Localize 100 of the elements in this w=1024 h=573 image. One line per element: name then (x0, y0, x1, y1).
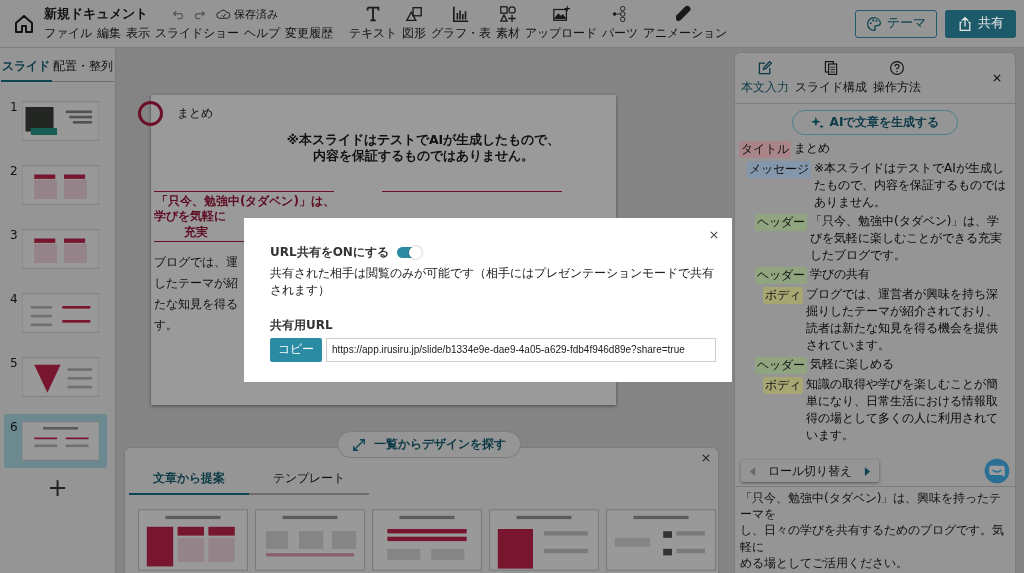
role-tag[interactable]: ヘッダー (755, 267, 807, 285)
slide-number: 5 (10, 356, 18, 370)
slide-thumbnail[interactable] (21, 356, 99, 398)
role-tag[interactable]: メッセージ (747, 161, 811, 178)
slide-number: 6 (10, 420, 18, 434)
outline-text[interactable]: まとめ (794, 140, 830, 158)
slide-thumbnail[interactable] (21, 292, 99, 334)
note-text: める場としてご活用ください。 (740, 554, 909, 571)
toolbar-button[interactable]: グラフ・表 (431, 5, 491, 42)
shapes-icon (405, 5, 423, 23)
toolbar-button[interactable]: 図形 (402, 5, 426, 42)
shapes-plus-icon (499, 5, 517, 23)
chat-icon[interactable] (984, 458, 1010, 484)
role-switch-button[interactable]: ロール切り替え (741, 460, 879, 483)
slide-title: まとめ (177, 105, 213, 122)
panel-tab[interactable]: スライド構成 (795, 60, 867, 96)
role-tag[interactable]: ボディ (763, 287, 803, 305)
slide-item[interactable]: 6 (4, 414, 107, 468)
menu-item[interactable]: 編集 (97, 26, 121, 41)
menu-item[interactable]: 表示 (126, 26, 150, 41)
toolbar-button[interactable]: パーツ (602, 5, 638, 42)
document-title[interactable]: 新規ドキュメント (44, 6, 172, 23)
outline-text[interactable]: 「只今、勉強中(タダベン)」は、学びを気軽に楽しむことができる充実したブログです。 (810, 213, 1009, 265)
text-icon (364, 5, 382, 23)
role-tag[interactable]: ヘッダー (755, 357, 807, 375)
slide-body-text: ブログでは、運 (154, 254, 238, 272)
slide-message: 内容を保証するものではありません。 (313, 148, 534, 165)
note-text: 「只今、勉強中(タダベン)」は、興味を持ったテーマを (740, 490, 1003, 523)
toolbar-button[interactable]: アップロード (525, 5, 597, 42)
slide-number: 1 (10, 100, 18, 114)
slide-body-text: たな知見を得る (154, 296, 238, 314)
theme-button[interactable]: テーマ (855, 9, 937, 38)
slide-item[interactable]: 3 (4, 222, 107, 276)
sparkle-icon (810, 116, 824, 129)
toolbar-button[interactable]: テキスト (349, 5, 397, 42)
slide-thumbnail[interactable] (21, 164, 99, 206)
slide-item[interactable]: 1 (4, 94, 107, 148)
expand-icon (352, 437, 366, 452)
template-thumbnail[interactable] (255, 509, 365, 571)
toolbar-button[interactable]: アニメーション (643, 5, 727, 42)
role-tag[interactable]: ヘッダー (755, 214, 807, 232)
toolbar-button[interactable]: 素材 (496, 5, 520, 42)
note-text: し、日々の学びを共有するためのブログです。気軽に (740, 522, 1005, 555)
slide-item[interactable]: 2 (4, 158, 107, 212)
bar-chart-icon (452, 5, 470, 23)
menu-item[interactable]: ファイル (44, 26, 92, 41)
slide-thumbnail[interactable] (21, 100, 99, 142)
design-tab[interactable]: 文章から提案 (129, 466, 249, 495)
outline-text[interactable]: ※本スライドはテストでAIが生成したもので、内容を保証するものではありません。 (814, 160, 1009, 212)
template-thumbnail[interactable] (138, 509, 248, 571)
toggle-label: URL共有をONにする (270, 244, 389, 261)
design-search-button[interactable]: 一覧からデザインを探す (337, 431, 521, 458)
slide-message: ※本スライドはテストでAIが生成したもので、 (286, 132, 561, 148)
close-icon[interactable] (702, 454, 710, 462)
close-icon[interactable] (710, 231, 718, 239)
right-caret-icon (864, 466, 871, 476)
menu-item[interactable]: 変更履歴 (285, 26, 333, 41)
slide-heading: 学びを気軽に (154, 209, 226, 225)
menu-item[interactable]: ヘルプ (244, 26, 280, 41)
sidebar-tab[interactable]: 配置・整列 (51, 55, 114, 82)
outline-text[interactable]: 気軽に楽しめる (810, 356, 894, 374)
slide-thumbnail[interactable] (21, 228, 99, 270)
url-label: 共有用URL (270, 316, 333, 334)
sidebar-tab[interactable]: スライド (1, 55, 52, 82)
role-tag[interactable]: タイトル (739, 141, 791, 158)
slide-number: 4 (10, 292, 18, 306)
template-thumbnail[interactable] (372, 509, 482, 571)
template-thumbnail[interactable] (489, 509, 599, 571)
role-tag[interactable]: ボディ (763, 377, 803, 395)
help-icon (889, 60, 905, 76)
panel-tab[interactable]: 本文入力 (741, 60, 789, 96)
slide-item[interactable]: 4 (4, 286, 107, 340)
pages-icon (823, 60, 839, 76)
slide-item[interactable]: 5 (4, 350, 107, 404)
outline-text[interactable]: ブログでは、運営者が興味を持ち深掘りしたテーマが紹介されており、読者は新たな知見を得る機会を提供されています。 (806, 286, 1009, 355)
panel-tab[interactable]: 操作方法 (873, 60, 921, 96)
palette-icon (866, 15, 882, 32)
outline-text[interactable]: 学びの共有 (810, 266, 870, 284)
cloud-icon (216, 9, 231, 20)
share-icon (957, 15, 973, 32)
nodes-icon (611, 5, 629, 23)
undo-icon[interactable] (172, 8, 185, 21)
copy-button[interactable]: コピー (270, 337, 322, 362)
design-tab[interactable]: テンプレート (249, 466, 369, 495)
share-toggle[interactable] (396, 247, 421, 258)
share-button[interactable]: 共有 (945, 9, 1016, 38)
slide-number: 3 (10, 228, 18, 242)
url-field[interactable]: https://app.irusiru.jp/slide/b1334e9e-dae9-4a05-a629-fdb4f946d89e?share=true (326, 337, 716, 362)
redo-icon[interactable] (193, 8, 206, 21)
menu-item[interactable]: スライドショー (155, 26, 239, 41)
slide-heading: 充実 (184, 224, 208, 241)
add-slide-button[interactable]: + (47, 474, 68, 502)
outline-text[interactable]: 知識の取得や学びを楽しむことが簡単になり、日常生活における情報取得の場として多くの人に利用されています。 (806, 376, 1009, 445)
image-upload-icon (552, 5, 570, 23)
template-thumbnail[interactable] (606, 509, 716, 571)
slide-heading: 「只今、勉強中(タダベン)」は、 (156, 193, 335, 210)
slide-body-text: したテーマが紹 (154, 275, 238, 293)
edit-icon (757, 60, 773, 76)
slide-thumbnail[interactable] (21, 420, 99, 462)
close-icon[interactable] (993, 74, 1001, 82)
